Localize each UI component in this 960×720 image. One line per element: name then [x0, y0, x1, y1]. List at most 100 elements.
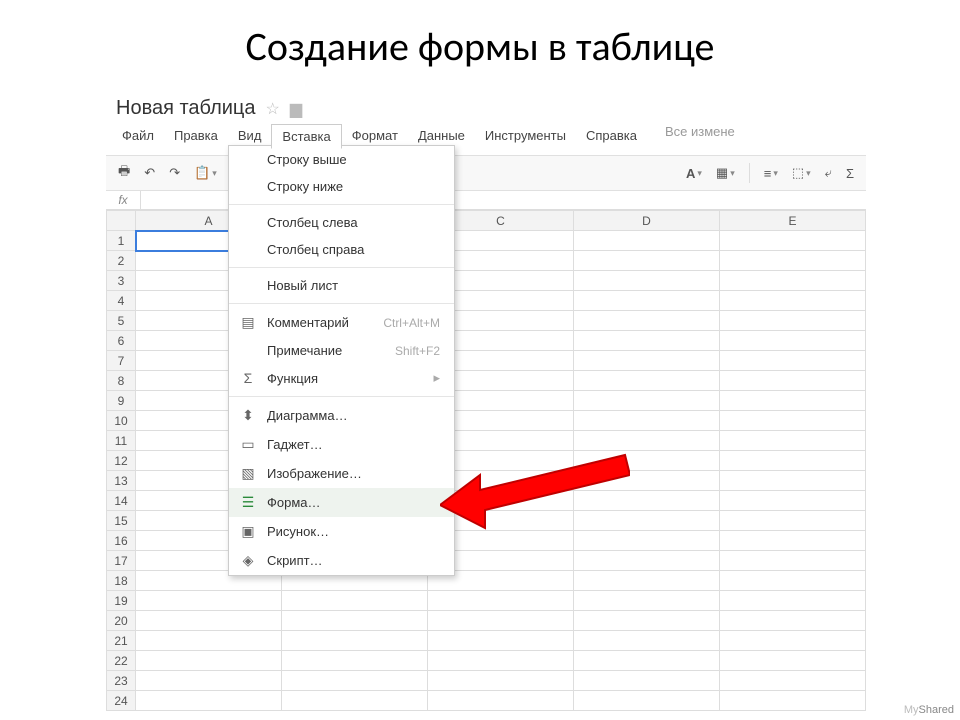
- cell[interactable]: [720, 491, 866, 511]
- row-header[interactable]: 17: [107, 551, 136, 571]
- cell[interactable]: [574, 651, 720, 671]
- menu-item[interactable]: ΣФункция▸: [229, 364, 454, 392]
- row-header[interactable]: 18: [107, 571, 136, 591]
- menu-справка[interactable]: Справка: [576, 124, 647, 149]
- row-header[interactable]: 10: [107, 411, 136, 431]
- star-icon[interactable]: ☆: [266, 99, 280, 119]
- menu-item[interactable]: ☰Форма…: [229, 488, 454, 517]
- cell[interactable]: [574, 511, 720, 531]
- wrap-icon[interactable]: ⤶: [821, 163, 836, 183]
- cell[interactable]: [720, 651, 866, 671]
- cell[interactable]: [720, 631, 866, 651]
- cell[interactable]: [574, 251, 720, 271]
- cell[interactable]: [720, 251, 866, 271]
- menu-файл[interactable]: Файл: [112, 124, 164, 149]
- row-header[interactable]: 12: [107, 451, 136, 471]
- row-header[interactable]: 6: [107, 331, 136, 351]
- cell[interactable]: [720, 231, 866, 251]
- cell[interactable]: [574, 571, 720, 591]
- cell[interactable]: [574, 471, 720, 491]
- row-header[interactable]: 5: [107, 311, 136, 331]
- cell[interactable]: [282, 651, 428, 671]
- cell[interactable]: [720, 691, 866, 711]
- menu-вставка[interactable]: Вставка: [271, 124, 341, 149]
- align-icon[interactable]: ≡▾: [760, 164, 782, 183]
- row-header[interactable]: 20: [107, 611, 136, 631]
- menu-item[interactable]: Строку выше: [229, 146, 454, 173]
- cell[interactable]: [574, 631, 720, 651]
- document-title[interactable]: Новая таблица: [116, 97, 256, 120]
- cell[interactable]: [574, 451, 720, 471]
- cell[interactable]: [428, 631, 574, 651]
- cell[interactable]: [720, 531, 866, 551]
- print-icon[interactable]: 🖶: [114, 160, 134, 186]
- cell[interactable]: [574, 531, 720, 551]
- cell[interactable]: [720, 451, 866, 471]
- cell[interactable]: [574, 331, 720, 351]
- column-header[interactable]: E: [720, 211, 866, 231]
- row-header[interactable]: 4: [107, 291, 136, 311]
- menu-item[interactable]: Столбец справа: [229, 236, 454, 263]
- cell[interactable]: [720, 511, 866, 531]
- column-header[interactable]: D: [574, 211, 720, 231]
- cell[interactable]: [428, 691, 574, 711]
- menu-item[interactable]: Столбец слева: [229, 209, 454, 236]
- cell[interactable]: [574, 691, 720, 711]
- row-header[interactable]: 23: [107, 671, 136, 691]
- cell[interactable]: [136, 651, 282, 671]
- cell[interactable]: [720, 611, 866, 631]
- menu-правка[interactable]: Правка: [164, 124, 228, 149]
- row-header[interactable]: 11: [107, 431, 136, 451]
- row-header[interactable]: 2: [107, 251, 136, 271]
- cell[interactable]: [574, 371, 720, 391]
- paste-icon[interactable]: 📋▾: [190, 163, 221, 183]
- cell[interactable]: [720, 411, 866, 431]
- functions-icon[interactable]: Σ: [842, 164, 858, 183]
- cell[interactable]: [428, 591, 574, 611]
- spreadsheet-grid[interactable]: ABCDE12345678910111213141516171819202122…: [106, 210, 866, 711]
- borders-icon[interactable]: ▦▾: [712, 163, 739, 183]
- cell[interactable]: [136, 631, 282, 651]
- cell[interactable]: [720, 271, 866, 291]
- cell[interactable]: [574, 391, 720, 411]
- cell[interactable]: [720, 351, 866, 371]
- cell[interactable]: [574, 411, 720, 431]
- menu-item[interactable]: ▤КомментарийCtrl+Alt+M: [229, 308, 454, 337]
- cell[interactable]: [574, 271, 720, 291]
- cell[interactable]: [136, 611, 282, 631]
- cell[interactable]: [720, 471, 866, 491]
- row-header[interactable]: 13: [107, 471, 136, 491]
- menu-item[interactable]: ПримечаниеShift+F2: [229, 337, 454, 364]
- cell[interactable]: [720, 591, 866, 611]
- menu-item[interactable]: Строку ниже: [229, 173, 454, 200]
- cell[interactable]: [574, 591, 720, 611]
- row-header[interactable]: 22: [107, 651, 136, 671]
- cell[interactable]: [574, 671, 720, 691]
- cell[interactable]: [720, 371, 866, 391]
- cell[interactable]: [720, 431, 866, 451]
- cell[interactable]: [574, 291, 720, 311]
- cell[interactable]: [574, 231, 720, 251]
- cell[interactable]: [136, 671, 282, 691]
- cell[interactable]: [282, 631, 428, 651]
- cell[interactable]: [720, 671, 866, 691]
- menu-item[interactable]: ▭Гаджет…: [229, 430, 454, 459]
- cell[interactable]: [574, 351, 720, 371]
- cell[interactable]: [574, 611, 720, 631]
- cell[interactable]: [574, 311, 720, 331]
- redo-icon[interactable]: ↷: [165, 163, 184, 183]
- cell[interactable]: [720, 331, 866, 351]
- cell[interactable]: [720, 291, 866, 311]
- cell[interactable]: [136, 691, 282, 711]
- cell[interactable]: [282, 691, 428, 711]
- cell[interactable]: [720, 311, 866, 331]
- cell[interactable]: [720, 391, 866, 411]
- cell[interactable]: [428, 671, 574, 691]
- text-color-icon[interactable]: A▾: [682, 164, 706, 183]
- cell[interactable]: [136, 591, 282, 611]
- cell[interactable]: [720, 551, 866, 571]
- merge-icon[interactable]: ⬚▾: [788, 163, 815, 183]
- row-header[interactable]: 14: [107, 491, 136, 511]
- cell[interactable]: [282, 591, 428, 611]
- row-header[interactable]: 9: [107, 391, 136, 411]
